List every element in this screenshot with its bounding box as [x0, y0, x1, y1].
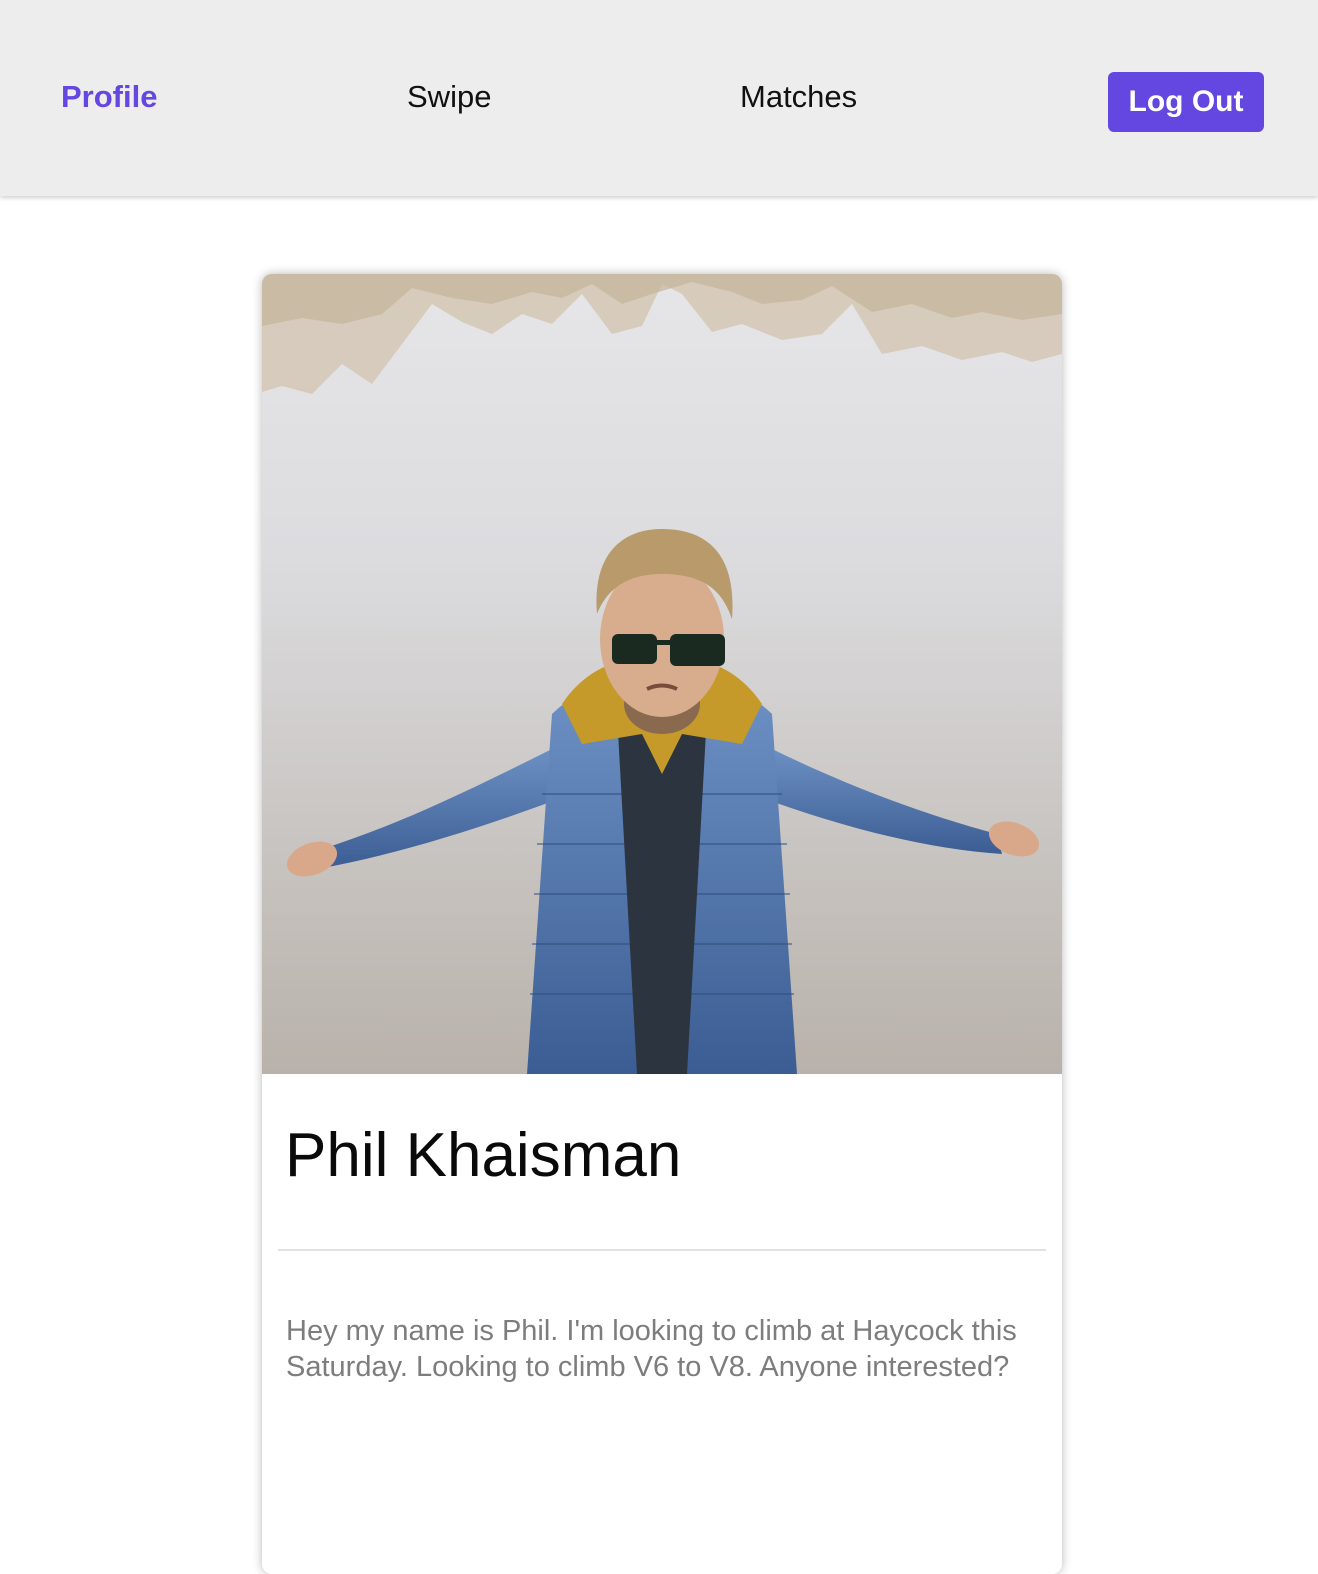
card-divider [278, 1249, 1046, 1251]
profile-photo [262, 274, 1062, 1074]
nav-matches-link[interactable]: Matches [740, 78, 857, 116]
nav-swipe-link[interactable]: Swipe [407, 78, 491, 116]
nav-profile-link[interactable]: Profile [61, 78, 157, 116]
profile-name: Phil Khaisman [285, 1121, 682, 1190]
top-navbar: Profile Swipe Matches Log Out [0, 0, 1318, 196]
logout-button[interactable]: Log Out [1108, 72, 1264, 132]
profile-card: Phil Khaisman Hey my name is Phil. I'm l… [262, 274, 1062, 1574]
profile-bio: Hey my name is Phil. I'm looking to clim… [286, 1315, 1017, 1383]
